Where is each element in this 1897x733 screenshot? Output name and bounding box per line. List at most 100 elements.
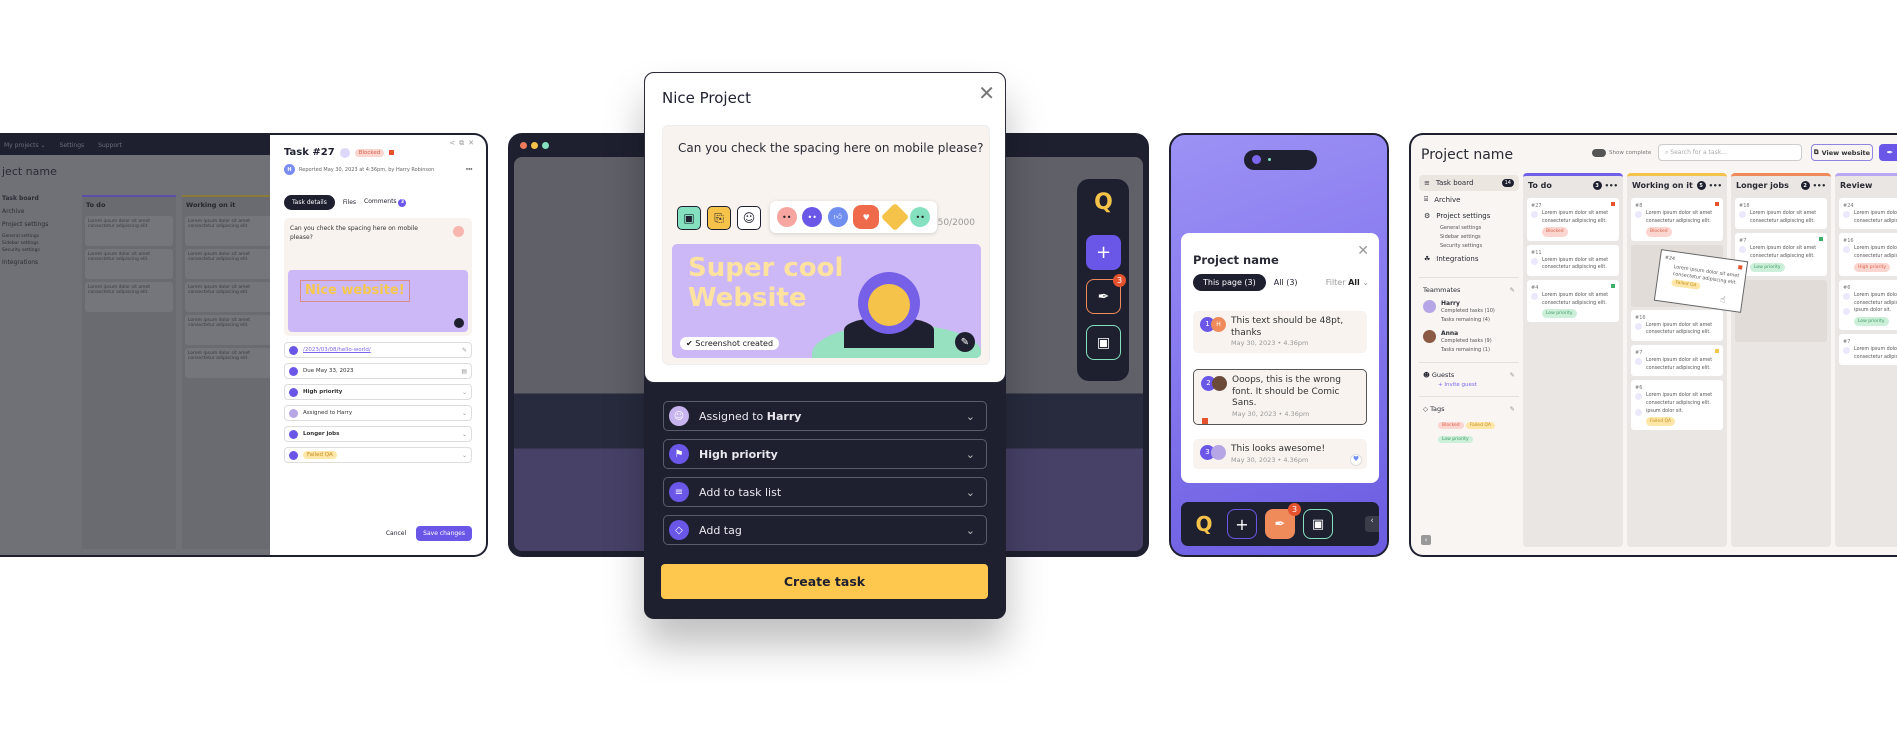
comment-item[interactable]: 3 This looks awesome! May 30, 2023 • 4.3… — [1193, 439, 1367, 470]
task-card[interactable]: #11 Lorem ipsum dolor sit amet consectetu… — [1527, 244, 1619, 276]
sidebar-item-task-board[interactable]: ≡ Task board 14 — [1419, 175, 1519, 191]
show-complete-toggle[interactable] — [1592, 149, 1606, 157]
sidebar-item-project-settings[interactable]: ⚙ Project settings — [1419, 208, 1519, 224]
sticker-green[interactable]: •• — [910, 207, 931, 227]
emoji-icon[interactable]: ☺ — [737, 206, 761, 230]
collapse-sidebar-button[interactable]: ‹ — [1421, 535, 1431, 545]
task-card[interactable]: Lorem ipsum dolor sit amet consectetur a… — [185, 315, 273, 345]
logo-icon[interactable]: Q — [1189, 509, 1219, 539]
comment-item-selected[interactable]: 2 Ooops, this is the wrong font. It shou… — [1193, 369, 1367, 425]
sidebar-sub-sidebar[interactable]: Sidebar settings — [2, 241, 72, 246]
priority-select[interactable]: ⚑ High priority ⌄ — [663, 439, 987, 469]
task-card[interactable]: #7Lorem ipsum dolor sit amet consectetur… — [1735, 233, 1827, 276]
sidebar-item-archive[interactable]: Archive — [2, 208, 72, 215]
more-icon[interactable]: ••• — [465, 167, 473, 173]
sidebar-sub-sidebar[interactable]: Sidebar settings — [1440, 233, 1519, 242]
video-button[interactable]: ▣ — [1303, 509, 1333, 539]
tab-files[interactable]: Files — [343, 199, 356, 206]
tag-chip[interactable]: Low priority — [1438, 436, 1473, 443]
task-list-select[interactable]: ≡ Add to task list ⌄ — [663, 477, 987, 507]
task-card[interactable]: Lorem ipsum dolor sit amet consectetur a… — [85, 282, 173, 312]
nav-support[interactable]: Support — [98, 142, 122, 149]
close-dot[interactable] — [520, 142, 527, 149]
task-card[interactable]: #8 Lorem ipsum dolor sit amet consectetur… — [1631, 198, 1723, 241]
pencil-icon[interactable]: ✎ — [1510, 405, 1515, 413]
tag-select[interactable]: ◇ Add tag ⌄ — [663, 515, 987, 545]
comment-item[interactable]: 1 H This text should be 48pt, thanks May… — [1193, 311, 1367, 353]
sidebar-sub-security[interactable]: Security settings — [1440, 242, 1519, 251]
task-card[interactable]: Lorem ipsum dolor sit amet consectetur a… — [85, 249, 173, 279]
task-card[interactable]: #18 Lorem ipsum dolor sit amet consectetu… — [1735, 198, 1827, 230]
video-icon[interactable]: ▣ — [677, 206, 701, 230]
pencil-icon[interactable]: ✎ — [1510, 286, 1515, 294]
annotate-icon[interactable]: ✎ — [955, 332, 975, 352]
filter-dropdown[interactable]: Filter All ⌄ — [1326, 278, 1369, 287]
task-card[interactable]: #6Lorem ipsum dolor sit amet consectetur… — [1839, 279, 1897, 331]
sticker-thumbs-up[interactable]: 👍︎ — [827, 207, 848, 227]
sidebar-item-archive[interactable]: ⌸ Archive — [1419, 191, 1519, 208]
close-icon[interactable]: ✕ — [1357, 243, 1369, 259]
pencil-icon[interactable]: ✎ — [462, 347, 467, 354]
sidebar-item-task-board[interactable]: Task board — [2, 195, 72, 202]
task-card[interactable]: Lorem ipsum dolor sit amet consectetur a… — [185, 348, 273, 378]
nav-my-projects[interactable]: My projects ⌄ — [4, 142, 46, 149]
sticker-pink[interactable]: •• — [776, 207, 797, 227]
task-card[interactable]: #24Lorem ipsum dolor sit amet consectetu… — [1839, 198, 1897, 230]
invite-guest-link[interactable]: + Invite guest — [1419, 379, 1519, 388]
sticker-heart[interactable]: ♥ — [853, 205, 880, 229]
task-card[interactable]: #7Lorem ipsum dolor sit amet consectetur… — [1839, 334, 1897, 366]
more-icon[interactable]: ••• — [1709, 182, 1722, 190]
minimize-dot[interactable] — [531, 142, 538, 149]
tab-this-page[interactable]: This page (3) — [1193, 274, 1266, 291]
field-assignee[interactable]: Assigned to Harry ⌄ — [284, 405, 472, 421]
create-task-button[interactable]: Create task — [661, 564, 988, 599]
annotate-icon[interactable] — [454, 318, 464, 328]
cancel-button[interactable]: Cancel — [386, 530, 406, 537]
sidebar-item-integrations[interactable]: Integrations — [2, 259, 72, 266]
add-button[interactable]: + — [1086, 235, 1121, 270]
view-website-button[interactable]: ⧉ View website — [1811, 144, 1873, 161]
sidebar-item-project-settings[interactable]: Project settings — [2, 221, 72, 228]
tab-all[interactable]: All (3) — [1274, 278, 1298, 287]
field-task-list[interactable]: Longer jobs ⌄ — [284, 426, 472, 442]
task-card[interactable]: #27 Lorem ipsum dolor sit amet consectetu… — [1527, 198, 1619, 241]
task-card[interactable]: Lorem ipsum dolor sit amet consectetur a… — [185, 282, 273, 312]
calendar-icon[interactable]: ▤ — [461, 368, 467, 375]
field-due-date[interactable]: Due May 33, 2023 ▤ — [284, 363, 472, 379]
task-card[interactable]: #16Lorem ipsum dolor sit amet consectetu… — [1631, 309, 1723, 341]
video-button[interactable]: ▣ — [1086, 325, 1121, 360]
comment-input[interactable]: Can you check the spacing here on mobile… — [678, 141, 983, 155]
field-priority[interactable]: High priority ⌄ — [284, 384, 472, 400]
assignee-select[interactable]: ☺ Assigned to Harry ⌄ — [663, 401, 987, 431]
maximize-dot[interactable] — [542, 142, 549, 149]
reaction-icon[interactable]: ♥ — [1350, 454, 1362, 467]
sidebar-sub-security[interactable]: Security settings — [2, 248, 72, 253]
field-url[interactable]: /2023/03/08/hello-world/ ✎ — [284, 342, 472, 358]
sidebar-item-integrations[interactable]: ☘ Integrations — [1419, 251, 1519, 267]
attach-icon[interactable]: ⎘ — [707, 206, 731, 230]
task-card[interactable]: #7Lorem ipsum dolor sit amet consectetur… — [1631, 344, 1723, 377]
expand-icon[interactable]: ⧉ — [459, 139, 468, 147]
task-card[interactable]: #4 Lorem ipsum dolor sit amet consectetur… — [1527, 279, 1619, 323]
more-icon[interactable]: ••• — [1605, 182, 1618, 190]
collapse-button[interactable]: ‹ — [1365, 516, 1379, 532]
save-changes-button[interactable]: Save changes — [416, 526, 472, 541]
task-card[interactable]: Lorem ipsum dolor sit amet consectetur a… — [185, 216, 273, 246]
task-card[interactable]: #16Lorem ipsum dolor sit amet consectetu… — [1839, 233, 1897, 276]
sticker-star[interactable] — [880, 202, 909, 232]
search-input[interactable]: ⌕ Search for a task... — [1658, 144, 1802, 161]
pin-button[interactable]: ✒ 3 — [1086, 274, 1126, 314]
task-card[interactable]: Lorem ipsum dolor sit amet consectetur a… — [185, 249, 273, 279]
nav-settings[interactable]: Settings — [60, 142, 85, 149]
more-icon[interactable]: ••• — [1813, 182, 1826, 190]
sidebar-sub-general[interactable]: General settings — [1440, 224, 1519, 233]
tab-comments[interactable]: Comments 3 — [364, 198, 407, 207]
tab-task-details[interactable]: Task details — [284, 195, 335, 210]
pin-button[interactable]: ✒ 3 — [1265, 503, 1301, 539]
sticker-purple[interactable]: •• — [802, 207, 823, 227]
close-icon[interactable]: ✕ — [978, 81, 995, 105]
task-card[interactable]: Lorem ipsum dolor sit amet consectetur a… — [85, 216, 173, 246]
pencil-icon[interactable]: ✎ — [1510, 371, 1515, 379]
check-icon[interactable] — [339, 147, 350, 158]
tag-chip[interactable]: Failed QA — [1465, 422, 1495, 429]
